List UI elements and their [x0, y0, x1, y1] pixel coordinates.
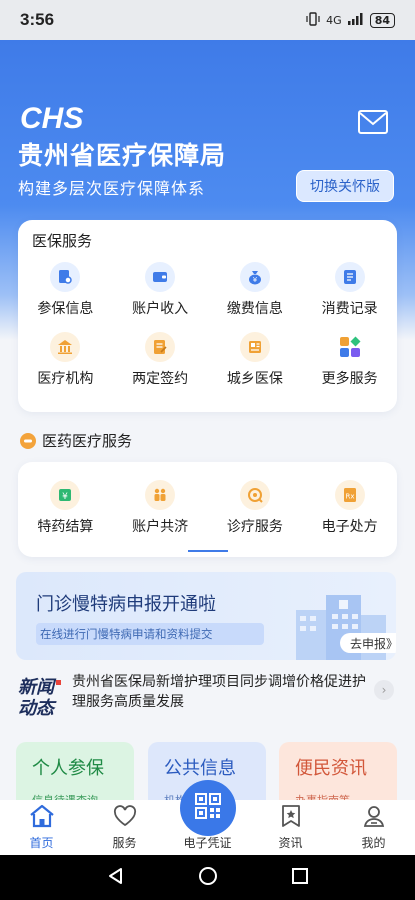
medical-diagnosis-service[interactable]: 诊疗服务 [208, 480, 303, 540]
service-label: 医疗机构 [37, 371, 94, 387]
network-label: 4G [326, 13, 342, 27]
tile-title: 公共信息 [164, 758, 236, 779]
svg-text:Rx: Rx [345, 493, 354, 501]
medical-label: 电子处方 [321, 519, 378, 535]
tile-title: 个人参保 [32, 758, 104, 779]
service-label: 城乡医保 [226, 371, 283, 387]
service-label: 参保信息 [37, 301, 94, 317]
qr-code-button[interactable] [180, 780, 236, 836]
bookmark-star-icon [280, 802, 302, 830]
service-two-designated-contract[interactable]: 两定签约 [113, 332, 208, 392]
news-ticker[interactable]: 新闻 动态 贵州省医保局新增护理项目同步调增价格促进护理服务高质量发展 › [16, 672, 399, 722]
banner-title: 门诊慢特病申报开通啦 [36, 594, 216, 615]
service-label: 更多服务 [321, 371, 378, 387]
contract-icon [145, 332, 176, 362]
svg-text:¥: ¥ [63, 492, 69, 502]
tile-title: 便民资讯 [295, 758, 367, 779]
pill-icon: ¥ [50, 480, 81, 510]
medical-grid: ¥ 特药结算 账户共济 诊疗服务 Rx 电子处方 [18, 480, 397, 540]
battery-indicator: 84 [369, 12, 395, 28]
tab-label: 服务 [112, 836, 137, 850]
medical-account-mutual-aid[interactable]: 账户共济 [113, 480, 208, 540]
back-icon[interactable] [107, 867, 125, 889]
signal-icon [347, 12, 364, 28]
services-title: 医保服务 [32, 232, 93, 250]
medical-services-heading: 医药医疗服务 [20, 430, 132, 451]
logo-text: CHS [20, 102, 83, 132]
page-title: 贵州省医疗保障局 [18, 141, 227, 170]
medical-label: 特药结算 [37, 519, 94, 535]
chronic-disease-banner[interactable]: 门诊慢特病申报开通啦 在线进行门慢特病申请和资料提交 去申报》 [16, 572, 396, 660]
svg-text:¥: ¥ [253, 276, 258, 284]
apply-now-button[interactable]: 去申报》 [340, 633, 396, 653]
news-logo: 新闻 动态 [18, 677, 61, 718]
qr-code-icon [194, 792, 222, 824]
banner-subtitle: 在线进行门慢特病申请和资料提交 [36, 623, 264, 645]
status-bar: 3:56 4G 84 [0, 0, 415, 40]
recents-icon[interactable] [291, 867, 309, 889]
status-time: 3:56 [20, 10, 55, 29]
medical-label: 诊疗服务 [226, 519, 283, 535]
prescription-icon: Rx [334, 480, 365, 510]
id-card-icon [239, 332, 270, 362]
service-consumption-record[interactable]: 消费记录 [302, 262, 397, 322]
service-account-income[interactable]: 账户收入 [113, 262, 208, 322]
receipt-icon [334, 262, 365, 292]
medical-services-title: 医药医疗服务 [42, 432, 133, 450]
service-more[interactable]: 更多服务 [302, 332, 397, 392]
building-icon [50, 332, 81, 362]
medical-special-drug-settlement[interactable]: ¥ 特药结算 [18, 480, 113, 540]
medical-e-prescription[interactable]: Rx 电子处方 [302, 480, 397, 540]
medical-label: 账户共济 [132, 519, 189, 535]
stethoscope-icon [239, 480, 270, 510]
grid-icon [335, 332, 365, 362]
tab-mine[interactable]: 我的 [332, 800, 415, 855]
tab-label: 电子凭证 [183, 836, 232, 850]
service-urban-rural-insurance[interactable]: 城乡医保 [208, 332, 303, 392]
family-icon [145, 480, 176, 510]
wallet-icon [145, 262, 176, 292]
money-bag-icon: ¥ [239, 262, 270, 292]
service-label: 账户收入 [132, 301, 189, 317]
service-medical-institution[interactable]: 医疗机构 [18, 332, 113, 392]
news-logo-line1: 新闻 [18, 677, 57, 698]
news-headline: 贵州省医保局新增护理项目同步调增价格促进护理服务高质量发展 [72, 674, 366, 710]
services-grid: 参保信息 账户收入 ¥ 缴费信息 消费记录 医疗机构 两定签约 城乡医保 更多服… [18, 262, 397, 392]
service-payment-info[interactable]: ¥ 缴费信息 [208, 262, 303, 322]
medical-badge-icon [20, 432, 36, 449]
news-logo-line2: 动态 [18, 698, 57, 718]
tab-label: 我的 [361, 836, 386, 850]
tab-label: 资讯 [278, 836, 303, 850]
care-mode-button[interactable]: 切换关怀版 [296, 170, 394, 202]
chevron-right-icon[interactable]: › [374, 680, 394, 700]
service-label: 消费记录 [321, 301, 378, 317]
system-navigation-bar [0, 855, 415, 900]
carousel-indicator [188, 550, 228, 552]
status-icons: 4G 84 [306, 11, 395, 29]
tab-home[interactable]: 首页 [0, 800, 83, 855]
tab-services[interactable]: 服务 [83, 800, 166, 855]
home-circle-icon[interactable] [198, 866, 218, 890]
insurance-services-card: 医保服务 参保信息 账户收入 ¥ 缴费信息 消费记录 医疗机构 两定签约 城乡医… [18, 220, 397, 412]
chs-logo: CHS [20, 102, 110, 135]
tab-news[interactable]: 资讯 [249, 800, 332, 855]
file-search-icon [50, 262, 81, 292]
user-icon [362, 802, 386, 830]
tab-label: 首页 [29, 836, 54, 850]
vibrate-icon [306, 11, 320, 29]
heart-icon [112, 802, 138, 830]
service-label: 两定签约 [132, 371, 189, 387]
service-insurance-info[interactable]: 参保信息 [18, 262, 113, 322]
medical-services-card: ¥ 特药结算 账户共济 诊疗服务 Rx 电子处方 [18, 462, 397, 557]
home-icon [29, 802, 55, 830]
service-label: 缴费信息 [226, 301, 283, 317]
page-subtitle: 构建多层次医疗保障体系 [18, 179, 206, 198]
mail-icon[interactable] [358, 110, 388, 134]
